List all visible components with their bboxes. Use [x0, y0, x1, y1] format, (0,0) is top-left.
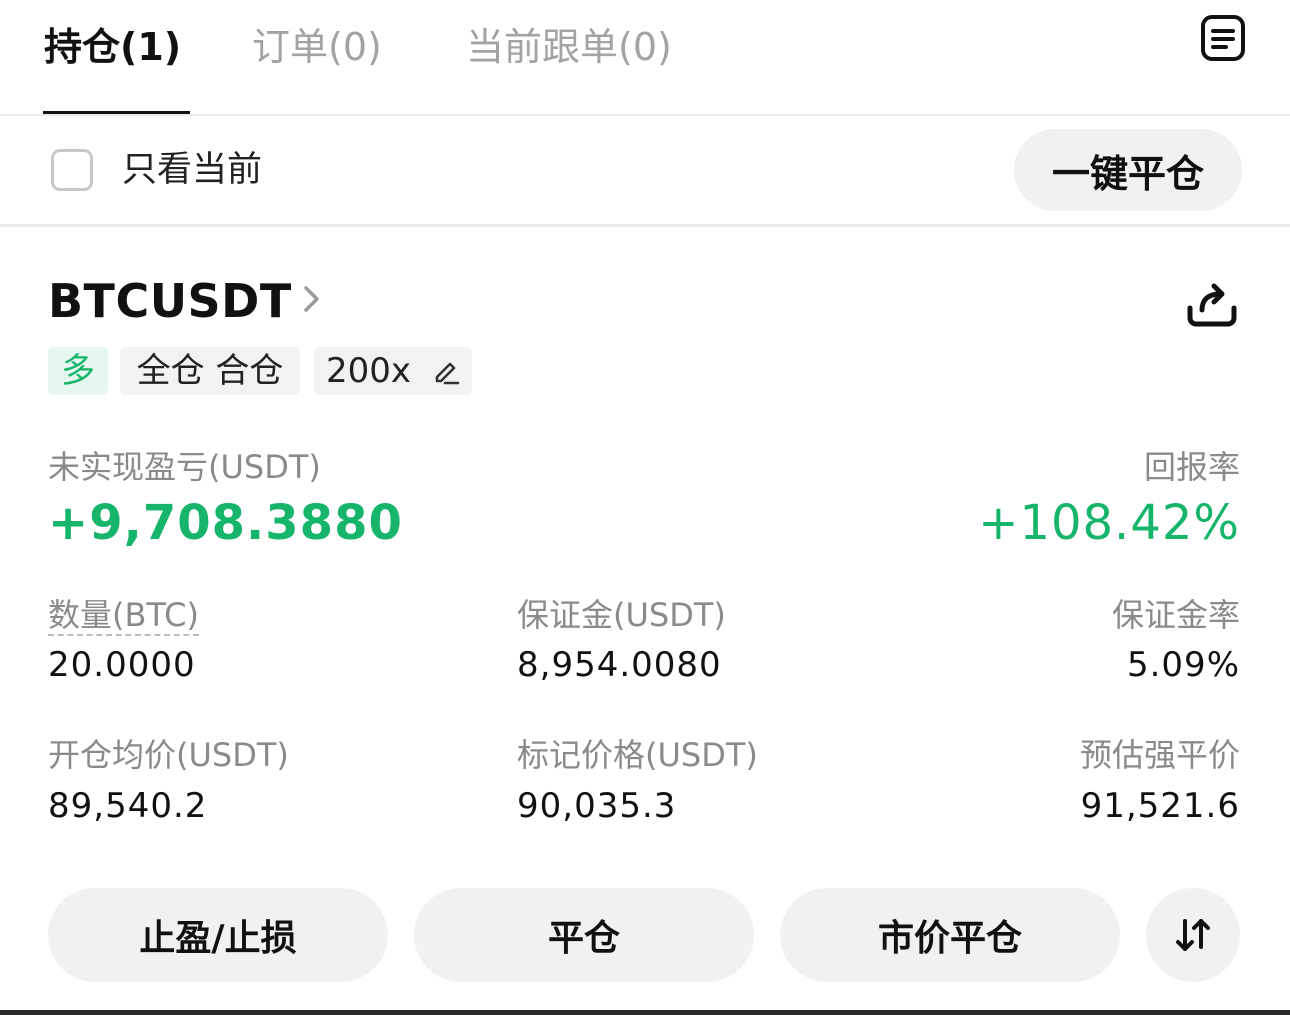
margin-mode-badge: 全仓 合仓: [120, 347, 300, 395]
chevron-right-icon[interactable]: [298, 282, 324, 316]
margin-value: 8,954.0080: [517, 645, 722, 685]
tab-positions[interactable]: 持仓(1): [44, 22, 181, 72]
leverage-badge[interactable]: 200x: [314, 347, 472, 395]
show-current-label[interactable]: 只看当前: [122, 146, 262, 194]
market-close-button[interactable]: 市价平仓: [780, 888, 1120, 982]
pnl-value: +9,708.3880: [48, 495, 403, 551]
symbol-title[interactable]: BTCUSDT: [48, 272, 292, 330]
mark-price-label: 标记价格(USDT): [517, 736, 758, 774]
qty-label[interactable]: 数量(BTC): [48, 594, 199, 636]
share-icon[interactable]: [1184, 280, 1240, 328]
tab-copy-trades[interactable]: 当前跟单(0): [466, 22, 672, 72]
close-position-button[interactable]: 平仓: [414, 888, 754, 982]
entry-price-label: 开仓均价(USDT): [48, 736, 289, 774]
show-current-checkbox[interactable]: [51, 149, 93, 191]
tp-sl-button[interactable]: 止盈/止损: [48, 888, 388, 982]
position-tabs: 持仓(1) 订单(0) 当前跟单(0): [0, 0, 1290, 115]
roe-label: 回报率: [1143, 448, 1240, 486]
close-all-button[interactable]: 一键平仓: [1014, 129, 1242, 211]
liq-price-label: 预估强平价: [1079, 736, 1240, 774]
margin-ratio-value: 5.09%: [1126, 645, 1240, 685]
margin-ratio-label: 保证金率: [1111, 596, 1240, 634]
tab-orders[interactable]: 订单(0): [252, 22, 382, 72]
bottom-edge: [0, 1010, 1290, 1015]
list-menu-icon[interactable]: [1200, 14, 1246, 62]
leverage-value: 200x: [326, 351, 412, 391]
liq-price-value: 91,521.6: [1080, 786, 1240, 826]
side-badge: 多: [48, 347, 108, 395]
section-divider: [0, 224, 1290, 227]
mark-price-value: 90,035.3: [517, 786, 677, 826]
qty-value: 20.0000: [48, 645, 196, 685]
reverse-position-button[interactable]: [1146, 888, 1240, 982]
roe-value: +108.42%: [978, 495, 1240, 551]
pnl-label: 未实现盈亏(USDT): [48, 448, 321, 486]
margin-label: 保证金(USDT): [517, 596, 726, 634]
pencil-icon[interactable]: [432, 357, 460, 385]
swap-vertical-icon: [1176, 919, 1210, 951]
entry-price-value: 89,540.2: [48, 786, 208, 826]
filter-row: 只看当前 一键平仓: [0, 116, 1290, 226]
